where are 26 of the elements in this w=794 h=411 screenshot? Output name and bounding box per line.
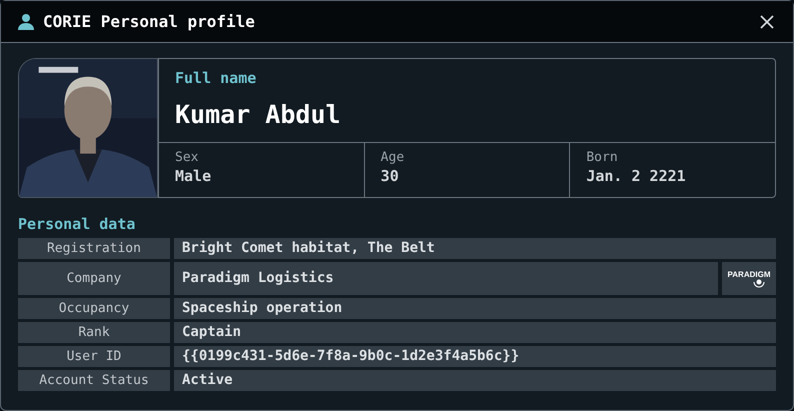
field-label: Age bbox=[380, 149, 406, 166]
row-label: Rank bbox=[18, 322, 170, 343]
logo-text: PARADIGM bbox=[728, 270, 770, 278]
row-value: Captain bbox=[174, 322, 776, 343]
field-value: 30 bbox=[380, 166, 400, 186]
person-icon bbox=[17, 12, 35, 30]
window-title: CORIE Personal profile bbox=[43, 10, 255, 32]
row-label: Occupancy bbox=[18, 298, 170, 319]
full-name: Kumar Abdul bbox=[175, 98, 342, 130]
field-label: Full name bbox=[175, 68, 258, 89]
row-value: Bright Comet habitat, The Belt bbox=[174, 238, 776, 259]
field-label: Born bbox=[586, 149, 619, 166]
row-value: Active bbox=[174, 370, 776, 391]
field-value: Jan. 2 2221 bbox=[586, 166, 687, 186]
row-label: Company bbox=[18, 262, 170, 295]
row-value: Paradigm Logistics bbox=[174, 262, 718, 295]
field-label: Sex bbox=[175, 149, 200, 166]
section-heading: Personal data bbox=[18, 214, 136, 234]
close-icon bbox=[759, 14, 775, 30]
field-value: Male bbox=[175, 166, 212, 186]
row-label: User ID bbox=[18, 346, 170, 367]
row-value: {{0199c431-5d6e-7f8a-9b0c-1d2e3f4a5b6c}} bbox=[174, 346, 776, 367]
row-label: Account Status bbox=[18, 370, 170, 391]
row-value: Spaceship operation bbox=[174, 298, 776, 319]
target-icon bbox=[752, 278, 766, 288]
row-label: Registration bbox=[18, 238, 170, 259]
